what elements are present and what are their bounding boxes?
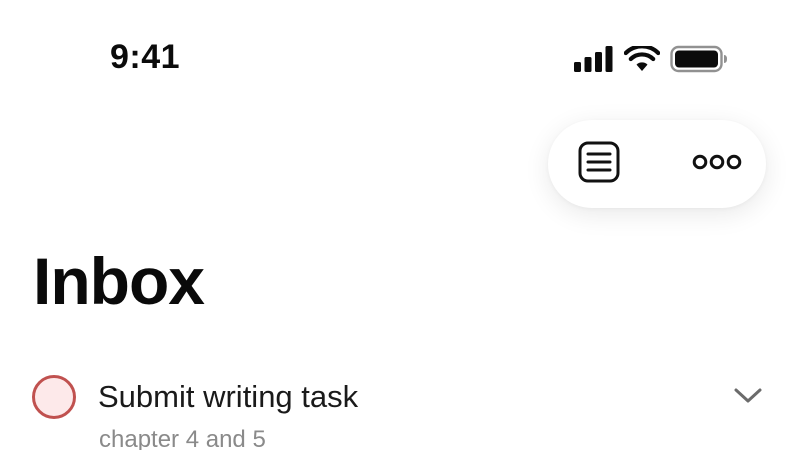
status-time: 9:41 <box>110 38 181 76</box>
task-title[interactable]: Submit writing task <box>98 379 358 415</box>
task-note: chapter 4 and 5 <box>99 426 266 450</box>
inbox-screen: 9:41 Inbox Submit writing task chapter 4… <box>0 0 800 450</box>
cellular-signal-icon <box>574 46 614 72</box>
battery-icon <box>670 45 728 73</box>
task-row[interactable]: Submit writing task chapter 4 and 5 <box>0 360 800 450</box>
wifi-icon <box>624 46 660 72</box>
task-complete-checkbox[interactable] <box>32 375 76 419</box>
toolbar-pill <box>548 120 766 208</box>
more-options-button[interactable] <box>682 120 752 208</box>
list-document-icon <box>577 141 621 188</box>
page-title: Inbox <box>33 244 205 318</box>
list-view-button[interactable] <box>564 120 634 208</box>
chevron-down-icon[interactable] <box>732 384 764 406</box>
status-icons <box>574 44 728 74</box>
more-ellipsis-icon <box>692 154 742 175</box>
